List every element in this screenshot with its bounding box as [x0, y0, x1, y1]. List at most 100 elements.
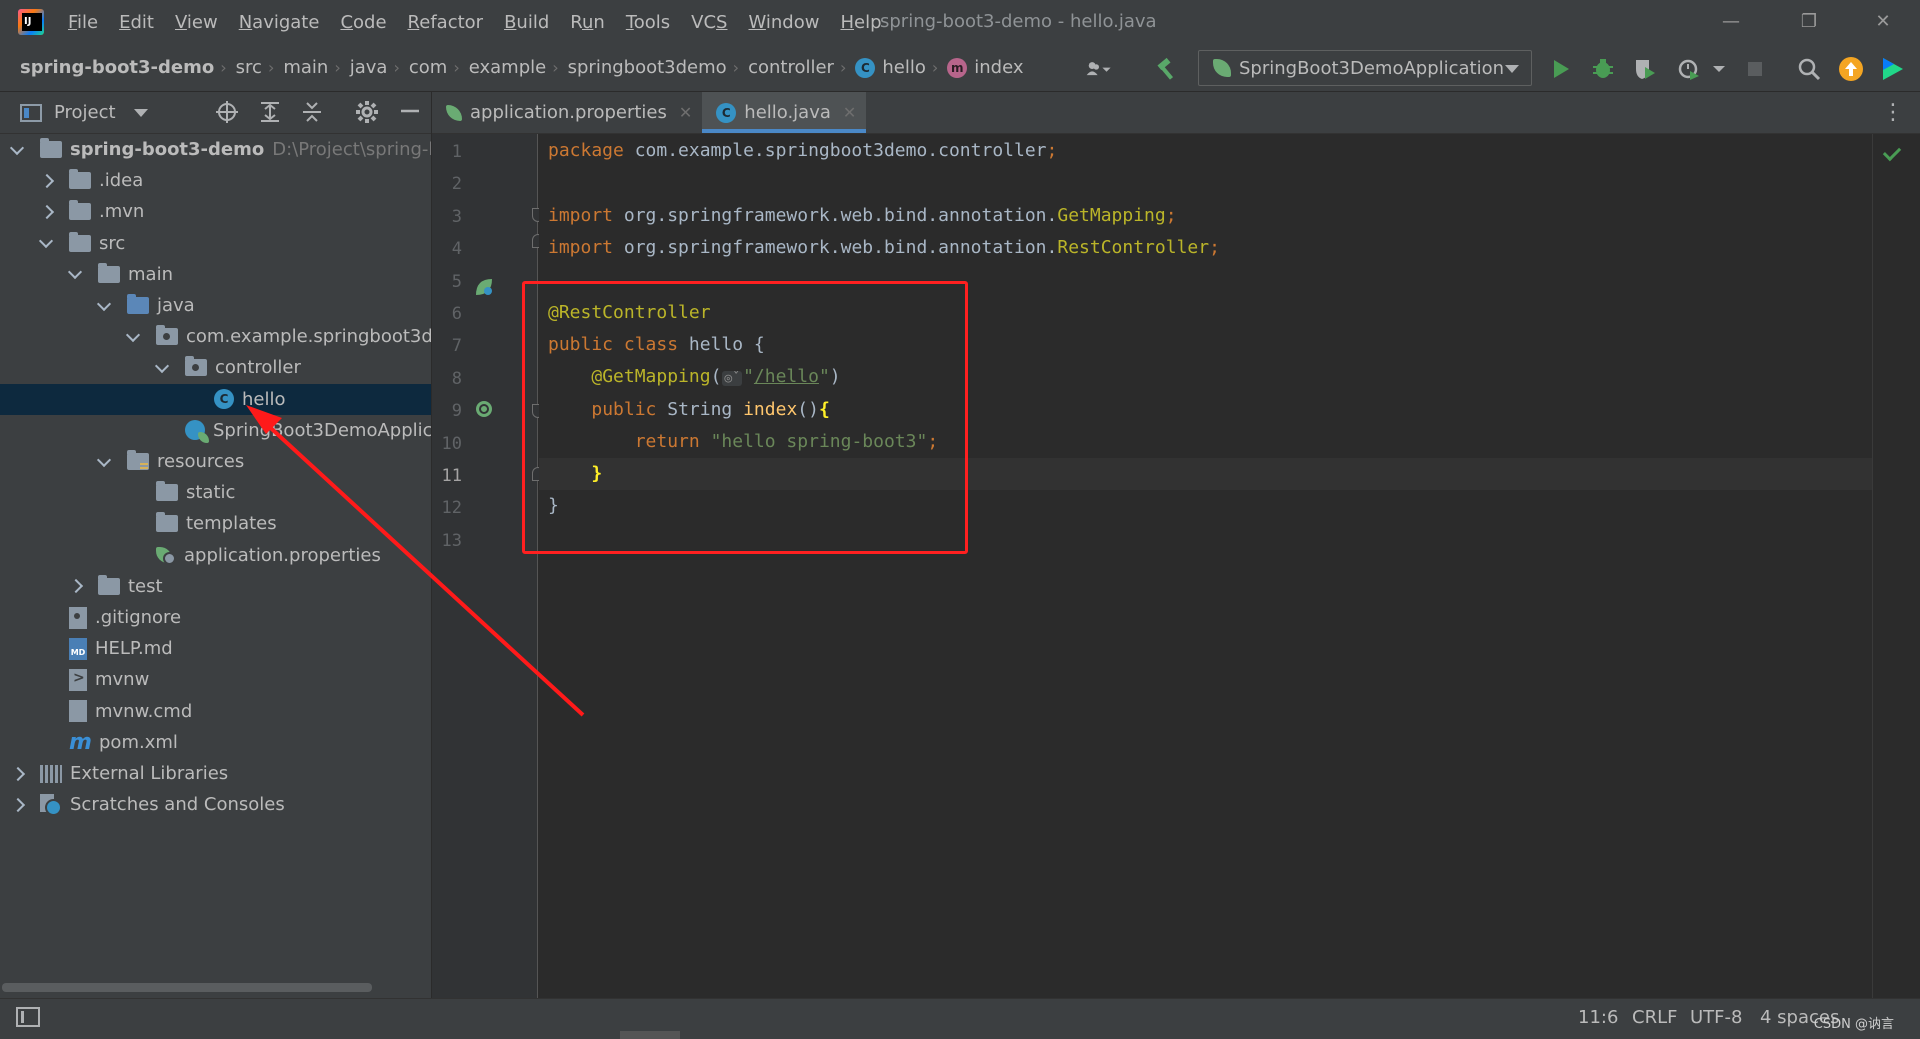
request-mapping-gutter-icon[interactable]: [474, 399, 492, 417]
tree-item--gitignore[interactable]: .gitignore: [0, 602, 431, 633]
breadcrumb-item-example[interactable]: example: [469, 57, 546, 78]
tree-item-help-md[interactable]: MD HELP.md: [0, 633, 431, 664]
menu-view[interactable]: View: [175, 12, 218, 33]
caret-position[interactable]: 11:6: [1578, 1007, 1618, 1028]
chevron-right-icon[interactable]: [68, 579, 82, 593]
build-hammer-icon[interactable]: [1154, 56, 1180, 82]
horizontal-scrollbar[interactable]: [2, 983, 372, 992]
chevron-down-icon[interactable]: [155, 361, 169, 375]
tree-item-pom-xml[interactable]: m pom.xml: [0, 727, 431, 758]
tree-item-static[interactable]: static: [0, 477, 431, 508]
tab-application-properties[interactable]: application.properties ✕: [432, 92, 702, 133]
project-view-selector[interactable]: Project: [20, 102, 148, 123]
breadcrumb-item-java[interactable]: java: [350, 57, 388, 78]
menu-navigate[interactable]: Navigate: [239, 12, 320, 33]
editor-gutter[interactable]: 1 2 3 4 5 6 7 8 9 10 11 12 13: [432, 134, 544, 998]
chevron-down-icon[interactable]: [1706, 56, 1732, 82]
hide-panel-icon[interactable]: [397, 100, 423, 126]
chevron-down-icon[interactable]: [126, 330, 140, 344]
chevron-down-icon[interactable]: [39, 236, 53, 250]
menu-code[interactable]: Code: [340, 12, 386, 33]
account-icon[interactable]: [1086, 56, 1112, 82]
more-options-icon[interactable]: ⋮: [1882, 100, 1904, 125]
tree-item-spring-boot3-demo[interactable]: spring-boot3-demo D:\Project\spring-boot3…: [0, 134, 431, 165]
tree-item-main[interactable]: main: [0, 259, 431, 290]
menu-file[interactable]: File: [68, 12, 98, 33]
collapse-all-icon[interactable]: [299, 100, 325, 126]
minimize-icon[interactable]: —: [1716, 8, 1746, 36]
tree-item-label: SpringBoot3DemoApplication: [213, 419, 431, 441]
maven-icon: m: [69, 729, 92, 755]
menu-window[interactable]: Window: [748, 12, 819, 33]
chevron-right-icon[interactable]: [10, 767, 24, 781]
expand-all-icon[interactable]: [257, 100, 283, 126]
search-icon[interactable]: [1796, 56, 1822, 82]
jetbrains-toolbox-icon[interactable]: [1880, 56, 1906, 82]
no-problems-check-icon[interactable]: [1882, 142, 1902, 162]
tree-item-resources[interactable]: resources: [0, 446, 431, 477]
tree-item--mvn[interactable]: .mvn: [0, 196, 431, 227]
tree-item-templates[interactable]: templates: [0, 508, 431, 539]
breadcrumb-item-src[interactable]: src: [236, 57, 262, 78]
breadcrumb-item-com[interactable]: com: [409, 57, 447, 78]
close-tab-icon[interactable]: ✕: [843, 103, 856, 122]
profiler-icon[interactable]: [1676, 56, 1702, 82]
update-icon[interactable]: [1838, 56, 1864, 82]
run-with-coverage-icon[interactable]: [1632, 56, 1658, 82]
spring-bean-gutter-icon[interactable]: [474, 277, 492, 295]
close-icon[interactable]: ✕: [1868, 8, 1898, 36]
watermark-text: CSDN @讷言: [1813, 1017, 1894, 1032]
code-editor[interactable]: package com.example.springboot3demo.cont…: [539, 134, 1872, 998]
text-file-icon: [69, 700, 87, 723]
locate-file-icon[interactable]: [214, 100, 240, 126]
tool-window-toggle-icon[interactable]: [16, 1007, 40, 1027]
tree-item-test[interactable]: test: [0, 571, 431, 602]
tree-item-controller[interactable]: controller: [0, 352, 431, 383]
menu-tools[interactable]: Tools: [626, 12, 670, 33]
tab-hello-java[interactable]: C hello.java ✕: [702, 92, 867, 133]
menu-vcs[interactable]: VCS: [691, 12, 727, 33]
tree-item-springboot3demoapplication[interactable]: SpringBoot3DemoApplication: [0, 415, 431, 446]
package-icon: [185, 356, 207, 377]
close-tab-icon[interactable]: ✕: [679, 103, 692, 122]
tree-item--idea[interactable]: .idea: [0, 165, 431, 196]
package-icon: [156, 325, 178, 346]
restore-icon[interactable]: ❐: [1794, 8, 1824, 36]
debug-icon[interactable]: [1590, 56, 1616, 82]
breadcrumb-item-springboot3demo[interactable]: springboot3demo: [568, 57, 727, 78]
tree-item-mvnw[interactable]: mvnw: [0, 664, 431, 695]
chevron-right-icon[interactable]: [10, 798, 24, 812]
breadcrumb-item-spring-boot3-demo[interactable]: spring-boot3-demo: [20, 57, 214, 78]
stop-icon[interactable]: [1742, 56, 1768, 82]
menu-help[interactable]: Help: [840, 12, 881, 33]
line-separator[interactable]: CRLF: [1632, 1007, 1677, 1028]
chevron-right-icon[interactable]: [39, 174, 53, 188]
tree-item-com-example-springboot3demo[interactable]: com.example.springboot3demo: [0, 321, 431, 352]
menu-run[interactable]: Run: [570, 12, 605, 33]
chevron-down-icon[interactable]: [97, 299, 111, 313]
chevron-down-icon[interactable]: [97, 455, 111, 469]
menu-build[interactable]: Build: [504, 12, 549, 33]
tree-item-external-libraries[interactable]: External Libraries: [0, 758, 431, 789]
breadcrumb-item-hello[interactable]: Chello: [855, 57, 926, 78]
tree-item-mvnw-cmd[interactable]: mvnw.cmd: [0, 696, 431, 727]
chevron-right-icon[interactable]: [39, 205, 53, 219]
chevron-down-icon[interactable]: [10, 143, 24, 157]
tree-item-java[interactable]: java: [0, 290, 431, 321]
menu-edit[interactable]: Edit: [119, 12, 154, 33]
tree-item-scratches-and-consoles[interactable]: Scratches and Consoles: [0, 789, 431, 820]
chevron-down-icon[interactable]: [68, 267, 82, 281]
tree-item-hello[interactable]: Chello: [0, 383, 431, 415]
intellij-logo-icon: [18, 9, 44, 35]
tree-item-label: Scratches and Consoles: [70, 794, 285, 816]
file-encoding[interactable]: UTF-8: [1690, 1007, 1742, 1028]
run-icon[interactable]: [1548, 56, 1574, 82]
breadcrumb-item-main[interactable]: main: [283, 57, 328, 78]
tree-item-src[interactable]: src: [0, 228, 431, 259]
breadcrumb-item-index[interactable]: m index: [947, 57, 1024, 78]
breadcrumb-item-controller[interactable]: controller: [748, 57, 834, 78]
run-configuration-selector[interactable]: SpringBoot3DemoApplication: [1198, 50, 1532, 86]
tree-item-application-properties[interactable]: application.properties: [0, 540, 431, 571]
menu-refactor[interactable]: Refactor: [408, 12, 484, 33]
gear-icon[interactable]: [354, 100, 380, 126]
